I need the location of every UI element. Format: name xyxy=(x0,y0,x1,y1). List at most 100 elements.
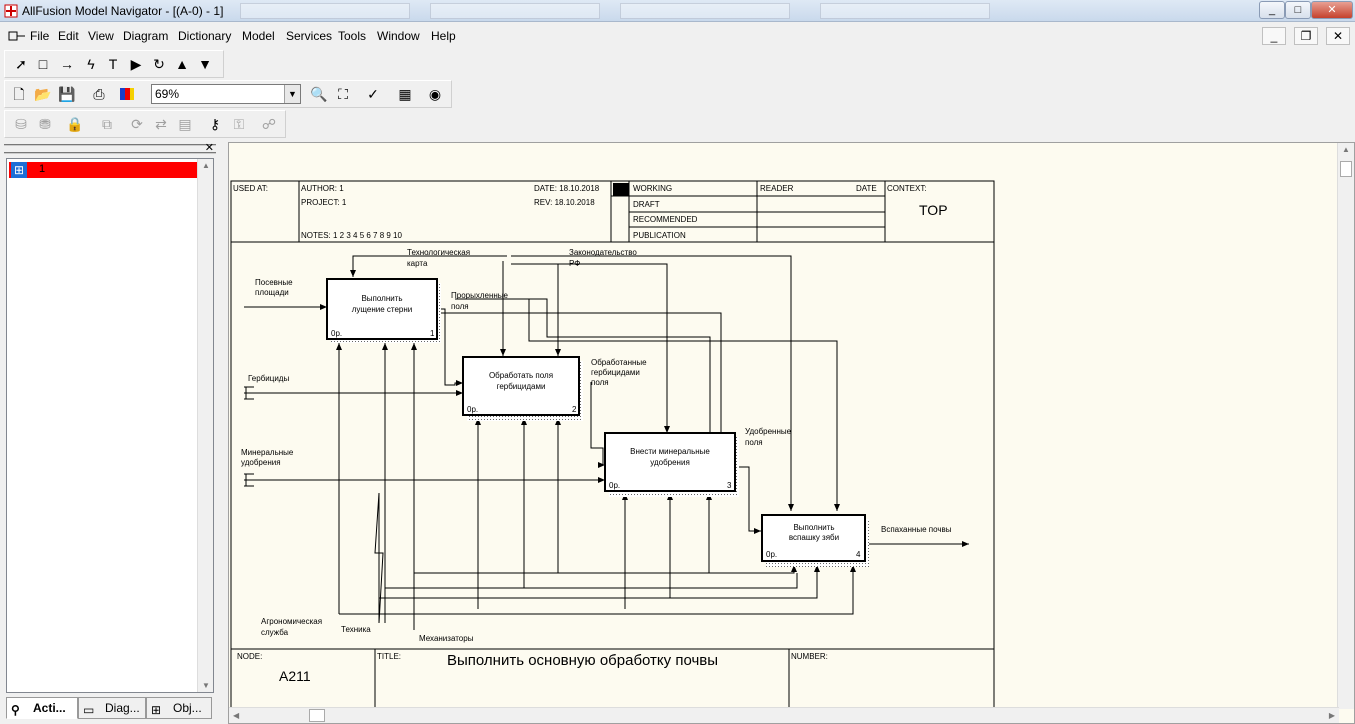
activity-box-4[interactable]: Выполнить вспашку зяби 0р. 4 xyxy=(761,514,869,567)
activity-tree[interactable]: ⊞ 1 ▲ ▼ xyxy=(6,158,214,693)
diagram-canvas[interactable]: USED AT: AUTHOR: 1 PROJECT: 1 NOTES: 1 2… xyxy=(228,142,1355,724)
header-date2: DATE xyxy=(856,184,877,193)
tree-expand-icon[interactable]: ⊞ xyxy=(11,162,27,178)
tree-root-node[interactable]: ⊞ 1 xyxy=(9,162,197,178)
scroll-up-icon[interactable]: ▲ xyxy=(202,161,210,170)
mdi-restore-button[interactable]: ❐ xyxy=(1294,27,1318,45)
mart-disconnect-icon[interactable]: ⛃ xyxy=(35,114,55,134)
tab-diagrams[interactable]: ▭ Diag... xyxy=(78,697,146,719)
menu-bar: File Edit View Diagram Dictionary Model … xyxy=(0,24,1355,48)
mart-compare-icon[interactable]: ⇄ xyxy=(151,114,171,134)
idef0-diagram: USED AT: AUTHOR: 1 PROJECT: 1 NOTES: 1 2… xyxy=(230,180,995,709)
vscroll-thumb[interactable] xyxy=(1340,161,1352,177)
header-reader: READER xyxy=(760,184,794,193)
scroll-left-icon[interactable]: ◀ xyxy=(233,711,239,720)
footer-title-label: TITLE: xyxy=(377,652,401,661)
menu-tools[interactable]: Tools xyxy=(338,29,366,43)
menu-view[interactable]: View xyxy=(88,29,114,43)
menu-file[interactable]: File xyxy=(30,29,49,43)
zoom-value: 69% xyxy=(155,87,180,101)
tab-diagrams-label: Diag... xyxy=(105,701,140,715)
menu-window[interactable]: Window xyxy=(377,29,420,43)
arrow-tool-icon[interactable]: → xyxy=(57,54,77,74)
mart-connect-icon[interactable]: ⛁ xyxy=(11,114,31,134)
mart-users-icon[interactable]: ⚷ xyxy=(205,114,225,134)
mart-grid-icon[interactable]: ▤ xyxy=(175,114,195,134)
box-3-num: 3 xyxy=(727,481,732,490)
text-tool-icon[interactable]: T xyxy=(103,54,123,74)
scroll-right-icon[interactable]: ▶ xyxy=(1329,711,1335,720)
header-top: TOP xyxy=(919,202,948,218)
box-3-label-1: Внести минеральные xyxy=(630,447,710,456)
background-taskbar-tab xyxy=(430,3,600,19)
pane-grip[interactable] xyxy=(4,144,216,154)
tree-root-label: 1 xyxy=(39,163,46,175)
diagram-icon: ▭ xyxy=(83,703,95,717)
label-posevnye-1: Посевные xyxy=(255,278,293,287)
print-icon[interactable]: ⎙ xyxy=(89,84,109,104)
menu-services[interactable]: Services xyxy=(286,29,332,43)
mart-people-icon[interactable]: ☍ xyxy=(259,114,279,134)
hscroll-thumb[interactable] xyxy=(309,709,325,722)
pointer-icon[interactable]: ➚ xyxy=(11,54,31,74)
new-file-icon[interactable]: 🗋 xyxy=(9,84,29,104)
play-icon[interactable]: ▶ xyxy=(126,54,146,74)
document-icon[interactable] xyxy=(8,29,26,43)
explorer-tabs: ⚲ Acti... ▭ Diag... ⊞ Obj... xyxy=(6,697,216,721)
tab-activities[interactable]: ⚲ Acti... xyxy=(6,697,78,719)
standard-toolbar: 🗋 📂 💾 ⎙ 69% ▼ 🔍 ⛶ ✓ ▦ ◉ xyxy=(4,80,452,108)
mart-merge-icon[interactable]: ⧉ xyxy=(97,114,117,134)
window-maximize-button[interactable]: □ xyxy=(1285,1,1311,19)
tree-scrollbar[interactable]: ▲ ▼ xyxy=(197,159,213,692)
scroll-down-icon[interactable]: ▼ xyxy=(202,681,210,690)
mdi-minimize-button[interactable]: _ xyxy=(1262,27,1286,45)
spell-check-icon[interactable]: ✓ xyxy=(363,84,383,104)
tunnel-markers xyxy=(244,386,254,487)
canvas-horizontal-scrollbar[interactable]: ◀ ▶ xyxy=(229,707,1339,723)
color-palette-icon[interactable] xyxy=(117,84,137,104)
rotate-icon[interactable]: ↻ xyxy=(149,54,169,74)
save-icon[interactable]: 💾 xyxy=(57,84,77,104)
activity-box-1[interactable]: Выполнить лущение стерни 0р. 1 xyxy=(326,278,441,343)
mart-sync-icon[interactable]: ⟳ xyxy=(127,114,147,134)
down-triangle-icon[interactable]: ▼ xyxy=(195,54,215,74)
activity-box-2[interactable]: Обработать поля гербицидами 0р. 2 xyxy=(462,356,583,421)
header-author: AUTHOR: 1 xyxy=(301,184,344,193)
chevron-down-icon[interactable]: ▼ xyxy=(284,85,300,103)
menu-edit[interactable]: Edit xyxy=(58,29,79,43)
zoom-select[interactable]: 69% ▼ xyxy=(151,84,301,104)
header-project: PROJECT: 1 xyxy=(301,198,347,207)
squiggle-tool-icon[interactable]: ϟ xyxy=(81,54,101,74)
pane-close-icon[interactable]: ✕ xyxy=(205,142,214,154)
mart-security-icon[interactable]: ⚿ xyxy=(229,114,249,134)
window-close-button[interactable]: ✕ xyxy=(1311,1,1353,19)
model-explorer-pane: ✕ ⊞ 1 ▲ ▼ ⚲ Acti... ▭ Diag... ⊞ Obj... xyxy=(0,142,218,724)
box-tool-icon[interactable]: □ xyxy=(33,54,53,74)
box-2-label-2: гербицидами xyxy=(497,382,546,391)
window-minimize-button[interactable]: _ xyxy=(1259,1,1285,19)
tab-objects[interactable]: ⊞ Obj... xyxy=(146,697,212,719)
model-explorer-icon[interactable]: ▦ xyxy=(395,84,415,104)
up-triangle-icon[interactable]: ▲ xyxy=(172,54,192,74)
window-title: AllFusion Model Navigator - [(A-0) - 1] xyxy=(22,4,224,18)
zoom-in-icon[interactable]: 🔍 xyxy=(309,84,329,104)
label-propol-1: Прорыхленные xyxy=(451,291,509,300)
zoom-fit-icon[interactable]: ⛶ xyxy=(333,84,353,104)
label-tech-2: карта xyxy=(407,259,428,268)
menu-diagram[interactable]: Diagram xyxy=(123,29,168,43)
lock-icon[interactable]: 🔒 xyxy=(65,114,85,134)
menu-help[interactable]: Help xyxy=(431,29,456,43)
scroll-up-icon[interactable]: ▲ xyxy=(1342,145,1350,154)
menu-model[interactable]: Model xyxy=(242,29,275,43)
activity-tree-icon: ⚲ xyxy=(11,703,20,717)
mdi-close-button[interactable]: ✕ xyxy=(1326,27,1350,45)
header-draft: DRAFT xyxy=(633,200,660,209)
open-folder-icon[interactable]: 📂 xyxy=(33,84,53,104)
menu-dictionary[interactable]: Dictionary xyxy=(178,29,231,43)
canvas-vertical-scrollbar[interactable]: ▲ xyxy=(1337,143,1354,709)
model-mart-icon[interactable]: ◉ xyxy=(425,84,445,104)
label-vspah: Вспаханные почвы xyxy=(881,525,952,534)
activity-box-3[interactable]: Внести минеральные удобрения 0р. 3 xyxy=(604,432,739,497)
label-udobr-2: поля xyxy=(745,438,763,447)
box-1-label-1: Выполнить xyxy=(361,294,402,303)
